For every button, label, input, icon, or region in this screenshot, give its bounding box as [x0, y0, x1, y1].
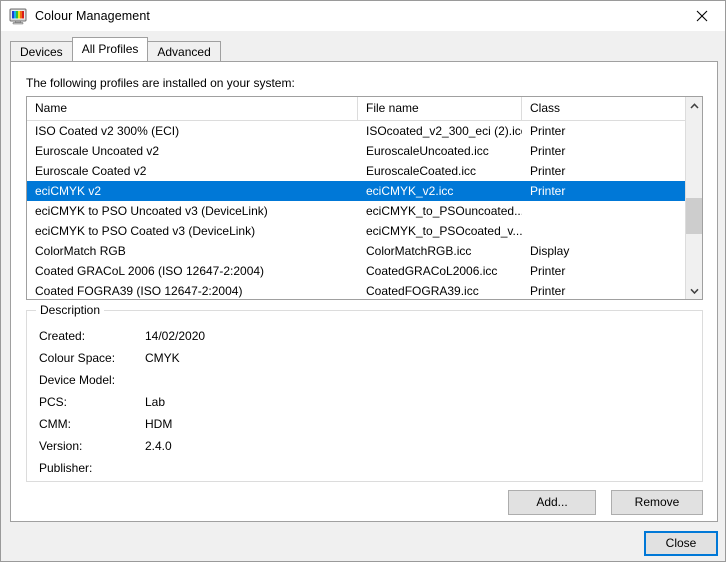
- cell-file: eciCMYK_v2.icc: [366, 184, 454, 198]
- cell-file: EuroscaleUncoated.icc: [366, 144, 489, 158]
- cell-name: Coated GRACoL 2006 (ISO 12647-2:2004): [35, 264, 265, 278]
- list-header: Name File name Class: [27, 97, 702, 121]
- description-value: Lab: [145, 395, 166, 409]
- cell-file: CoatedFOGRA39.icc: [366, 284, 479, 298]
- profiles-list[interactable]: Name File name Class ISO Coated v2 300% …: [26, 96, 703, 300]
- tab-all-profiles[interactable]: All Profiles: [71, 37, 149, 61]
- description-row: Created: 14/02/2020: [39, 325, 205, 347]
- cell-file: EuroscaleCoated.icc: [366, 164, 477, 178]
- cell-name: Coated FOGRA39 (ISO 12647-2:2004): [35, 284, 243, 298]
- list-body: ISO Coated v2 300% (ECI) ISOcoated_v2_300…: [27, 121, 702, 299]
- description-legend: Description: [36, 303, 105, 317]
- table-row[interactable]: Coated GRACoL 2006 (ISO 12647-2:2004) Coa…: [27, 261, 702, 281]
- cell-file: ColorMatchRGB.icc: [366, 244, 472, 258]
- description-row: Version: 2.4.0: [39, 435, 205, 457]
- description-key: Created:: [39, 329, 86, 343]
- description-key: Device Model:: [39, 373, 116, 387]
- cell-name: Euroscale Uncoated v2: [35, 144, 160, 158]
- cell-name: eciCMYK to PSO Coated v3 (DeviceLink): [35, 224, 256, 238]
- description-key: Publisher:: [39, 461, 93, 475]
- cell-class: Display: [530, 244, 570, 258]
- cell-class: Printer: [530, 284, 566, 298]
- description-fields: Created: 14/02/2020 Colour Space: CMYK Devic…: [39, 325, 205, 479]
- table-row[interactable]: Coated FOGRA39 (ISO 12647-2:2004) CoatedF…: [27, 281, 702, 299]
- description-value: HDM: [145, 417, 173, 431]
- remove-button[interactable]: Remove: [611, 490, 703, 515]
- description-key: PCS:: [39, 395, 68, 409]
- cell-class: Printer: [530, 164, 566, 178]
- cell-name: eciCMYK v2: [35, 184, 102, 198]
- instruction-label: The following profiles are installed on …: [26, 76, 295, 90]
- column-header-name[interactable]: Name: [27, 97, 358, 120]
- colour-management-window: Colour Management Devices All Profiles A…: [0, 0, 726, 562]
- description-value: 2.4.0: [145, 439, 172, 453]
- description-key: Version:: [39, 439, 83, 453]
- description-row: Colour Space: CMYK: [39, 347, 205, 369]
- table-row[interactable]: eciCMYK v2 eciCMYK_v2.icc Printer: [27, 181, 702, 201]
- cell-file: eciCMYK_to_PSOuncoated...: [366, 204, 522, 218]
- scrollbar-thumb[interactable]: [686, 198, 702, 234]
- description-value: 14/02/2020: [145, 329, 206, 343]
- description-key: Colour Space:: [39, 351, 116, 365]
- table-row[interactable]: ColorMatch RGB ColorMatchRGB.icc Display: [27, 241, 702, 261]
- cell-class: Printer: [530, 264, 566, 278]
- tab-devices[interactable]: Devices: [10, 41, 73, 61]
- table-row[interactable]: Euroscale Uncoated v2 EuroscaleUncoated.i…: [27, 141, 702, 161]
- tab-strip: Devices All Profiles Advanced: [10, 37, 221, 61]
- column-header-file-name[interactable]: File name: [358, 97, 522, 120]
- render-artifact: [1, 559, 725, 561]
- table-row[interactable]: eciCMYK to PSO Uncoated v3 (DeviceLink) e…: [27, 201, 702, 221]
- close-button[interactable]: Close: [644, 531, 718, 556]
- monitor-colour-icon: [9, 7, 27, 25]
- description-row: PCS: Lab: [39, 391, 205, 413]
- column-header-class[interactable]: Class: [522, 97, 685, 120]
- cell-file: eciCMYK_to_PSOcoated_v...: [366, 224, 522, 238]
- cell-file: CoatedGRACoL2006.icc: [366, 264, 498, 278]
- cell-name: eciCMYK to PSO Uncoated v3 (DeviceLink): [35, 204, 268, 218]
- description-row: CMM: HDM: [39, 413, 205, 435]
- cell-name: Euroscale Coated v2: [35, 164, 147, 178]
- description-row: Publisher:: [39, 457, 205, 479]
- cell-name: ISO Coated v2 300% (ECI): [35, 124, 180, 138]
- chevron-up-icon[interactable]: [686, 97, 702, 114]
- cell-class: Printer: [530, 144, 566, 158]
- cell-class: Printer: [530, 124, 566, 138]
- table-row[interactable]: Euroscale Coated v2 EuroscaleCoated.icc Pr…: [27, 161, 702, 181]
- chevron-down-icon[interactable]: [686, 282, 702, 299]
- cell-file: ISOcoated_v2_300_eci (2).icc: [366, 124, 522, 138]
- add-button[interactable]: Add...: [508, 490, 596, 515]
- description-row: Device Model:: [39, 369, 205, 391]
- table-row[interactable]: ISO Coated v2 300% (ECI) ISOcoated_v2_300…: [27, 121, 702, 141]
- description-groupbox: Description Created: 14/02/2020 Colour Spa…: [26, 303, 703, 482]
- cell-name: ColorMatch RGB: [35, 244, 126, 258]
- list-vertical-scrollbar[interactable]: [685, 97, 702, 299]
- tab-page-all-profiles: The following profiles are installed on …: [10, 61, 718, 522]
- close-icon[interactable]: [679, 1, 725, 31]
- tab-advanced[interactable]: Advanced: [147, 41, 221, 61]
- description-value: CMYK: [145, 351, 180, 365]
- description-key: CMM:: [39, 417, 71, 431]
- window-title: Colour Management: [35, 9, 150, 23]
- table-row[interactable]: eciCMYK to PSO Coated v3 (DeviceLink) eci…: [27, 221, 702, 241]
- cell-class: Printer: [530, 184, 566, 198]
- title-bar: Colour Management: [1, 1, 725, 31]
